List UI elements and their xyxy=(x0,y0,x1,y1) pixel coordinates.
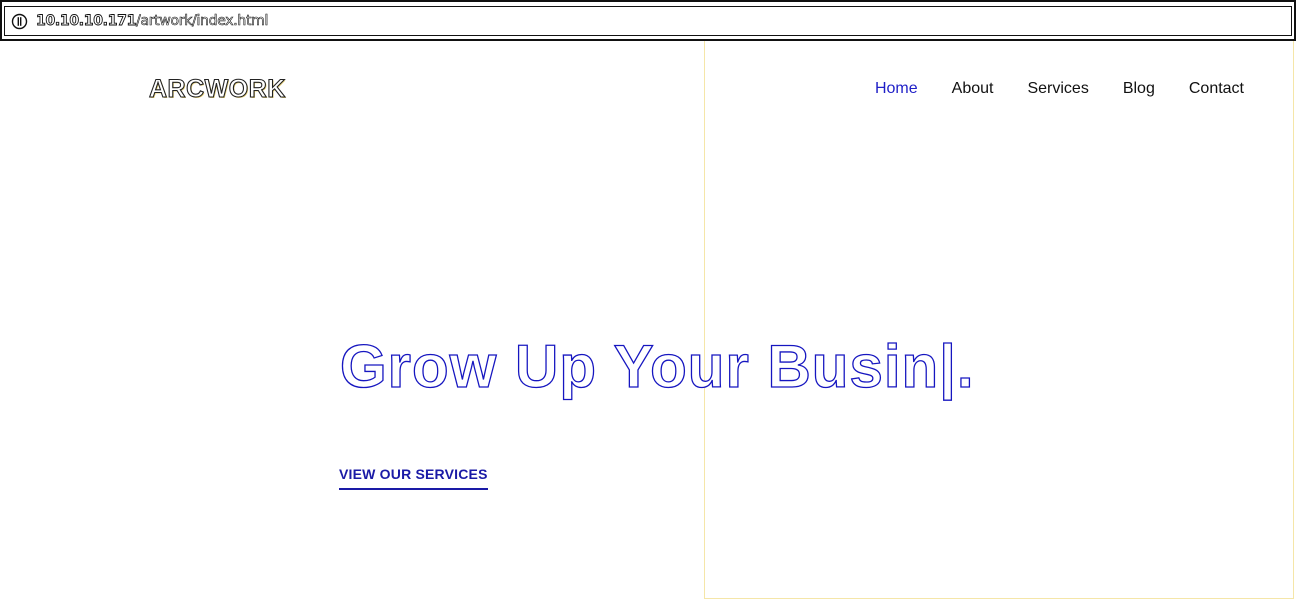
nav-about[interactable]: About xyxy=(952,80,994,98)
url-host: 10.10.10.171 xyxy=(36,13,137,30)
nav-blog[interactable]: Blog xyxy=(1123,80,1155,98)
main-nav: Home About Services Blog Contact xyxy=(841,80,1244,98)
nav-home[interactable]: Home xyxy=(875,80,918,98)
hero-title: Grow Up Your Busin|. xyxy=(339,332,975,400)
hero-image-panel xyxy=(704,41,1294,599)
info-icon[interactable] xyxy=(11,13,28,30)
nav-contact[interactable]: Contact xyxy=(1189,80,1244,98)
url-field[interactable]: 10.10.10.171/artwork/index.html xyxy=(4,6,1292,36)
url-path: /artwork/index.html xyxy=(136,13,269,30)
page: ARCWORK Home About Services Blog Contact… xyxy=(0,41,1296,600)
site-logo[interactable]: ARCWORK xyxy=(148,74,285,104)
nav-services[interactable]: Services xyxy=(1027,80,1088,98)
browser-address-bar: 10.10.10.171/artwork/index.html xyxy=(0,0,1296,41)
view-services-button[interactable]: VIEW OUR SERVICES xyxy=(339,466,488,490)
